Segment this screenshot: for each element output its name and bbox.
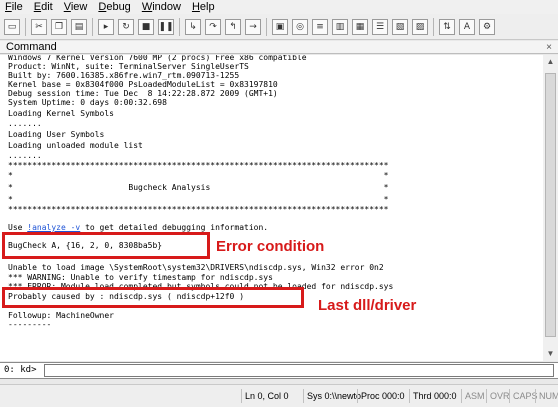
scroll-up-icon[interactable]: ▲	[543, 55, 558, 69]
toolbar-separator	[92, 17, 93, 36]
stop-icon[interactable]: ■	[138, 18, 154, 35]
probably-caused-line: Probably caused by : ndiscdp.sys ( ndisc…	[8, 292, 245, 301]
command-window-header: Command ×	[0, 41, 558, 54]
scroll-down-icon[interactable]: ▼	[543, 347, 558, 361]
status-proc: Proc 000:0	[357, 389, 409, 403]
command-prompt: 0: kd>	[4, 365, 37, 375]
options-icon[interactable]: ⚙	[479, 18, 495, 35]
error-condition-annotation: Error condition	[216, 238, 325, 255]
status-bar: Ln 0, Col 0 Sys 0:\\newto Proc 000:0 Thr…	[0, 384, 558, 407]
disassembly-icon[interactable]: ▧	[392, 18, 408, 35]
banner-line: * *	[8, 195, 389, 204]
step-into-icon[interactable]: ↳	[185, 18, 201, 35]
menu-debug[interactable]: Debug	[93, 1, 136, 13]
locals-icon[interactable]: ≡	[312, 18, 328, 35]
banner-title: * Bugcheck Analysis *	[8, 183, 389, 192]
window-title: Command	[6, 41, 57, 53]
analyze-link[interactable]: !analyze -v	[27, 223, 80, 232]
copy-icon[interactable]: ❐	[51, 18, 67, 35]
close-icon[interactable]: ×	[546, 41, 552, 54]
analyze-hint-suffix: to get detailed debugging information.	[80, 223, 269, 232]
open-icon[interactable]: ▭	[4, 18, 20, 35]
toolbar-separator	[179, 17, 180, 36]
status-thrd: Thrd 000:0	[409, 389, 461, 403]
menu-help[interactable]: Help	[187, 1, 221, 13]
output-line: Loading User Symbols	[8, 130, 105, 139]
step-over-icon[interactable]: ↷	[205, 18, 221, 35]
watch-icon[interactable]: ◎	[292, 18, 308, 35]
cut-icon[interactable]: ✂	[31, 18, 47, 35]
step-out-icon[interactable]: ↰	[225, 18, 241, 35]
dashes-line: ---------	[8, 320, 52, 329]
go-icon[interactable]: ▸	[98, 18, 114, 35]
command-input[interactable]	[44, 364, 554, 377]
banner-line: * *	[8, 171, 389, 180]
menu-file[interactable]: File	[0, 1, 29, 13]
command-output[interactable]: Windows 7 Kernel Version 7600 MP (2 proc…	[0, 55, 544, 361]
output-line: .......	[8, 119, 42, 128]
paste-icon[interactable]: ▤	[71, 18, 87, 35]
toolbar-separator	[25, 17, 26, 36]
menu-edit[interactable]: Edit	[29, 1, 59, 13]
registers-icon[interactable]: ▥	[332, 18, 348, 35]
banner-line: ****************************************…	[8, 205, 389, 214]
analyze-hint-prefix: Use	[8, 223, 28, 232]
output-line: Loading unloaded module list	[8, 141, 143, 150]
status-ln-col: Ln 0, Col 0	[241, 389, 303, 403]
menu-window[interactable]: Window	[137, 1, 187, 13]
last-driver-annotation: Last dll/driver	[318, 297, 417, 314]
command-row: 0: kd>	[0, 362, 558, 379]
bugcheck-line: BugCheck A, {16, 2, 0, 8308ba5b}	[8, 241, 163, 250]
call-stack-icon[interactable]: ☰	[372, 18, 388, 35]
memory-icon[interactable]: ▦	[352, 18, 368, 35]
status-asm: ASM	[461, 389, 486, 403]
output-line: Loading Kernel Symbols	[8, 109, 114, 118]
toolbar-separator	[266, 17, 267, 36]
status-caps: CAPS	[509, 389, 538, 403]
output-line: .......	[8, 151, 42, 160]
output-line: System Uptime: 0 days 0:00:32.698	[8, 98, 167, 107]
vertical-scrollbar[interactable]: ▲ ▼	[543, 55, 558, 361]
status-num: NUM	[535, 389, 558, 403]
banner-line: ****************************************…	[8, 161, 389, 170]
scratch-pad-icon[interactable]: ▨	[412, 18, 428, 35]
run-to-cursor-icon[interactable]: →	[245, 18, 261, 35]
toolbar-separator	[433, 17, 434, 36]
scroll-thumb[interactable]	[545, 73, 556, 337]
break-icon[interactable]: ❚❚	[158, 18, 174, 35]
restart-icon[interactable]: ↻	[118, 18, 134, 35]
status-sys: Sys 0:\\newto	[303, 389, 361, 403]
toolbar: ▭ ✂ ❐ ▤ ▸ ↻ ■ ❚❚ ↳ ↷ ↰ → ▣ ◎ ≡ ▥ ▦ ☰ ▧ ▨…	[0, 14, 558, 40]
menu-view[interactable]: View	[59, 1, 94, 13]
command-window-icon[interactable]: ▣	[272, 18, 288, 35]
menu-bar: File Edit View Debug Window Help	[0, 0, 558, 14]
status-ovr: OVR	[486, 389, 510, 403]
source-mode-icon[interactable]: ⇅	[439, 18, 455, 35]
error-line: Unable to load image \SystemRoot\system3…	[8, 263, 384, 272]
font-icon[interactable]: A	[459, 18, 475, 35]
